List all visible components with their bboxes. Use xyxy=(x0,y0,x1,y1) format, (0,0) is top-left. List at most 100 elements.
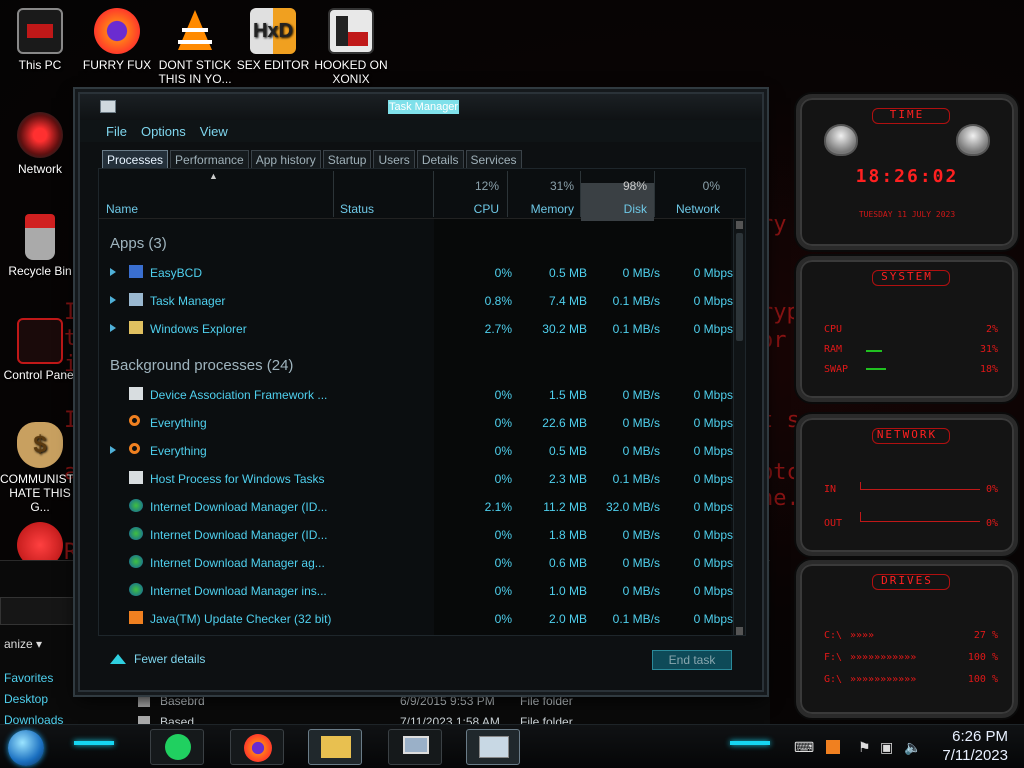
memory-percent: 31% xyxy=(549,179,574,193)
title-bar[interactable]: Task Manager xyxy=(80,94,762,120)
desktop-icon-hxd[interactable]: HxD SEX EDITOR xyxy=(233,8,313,72)
favorite-desktop[interactable]: Desktop xyxy=(4,692,48,706)
gadget-title: NETWORK xyxy=(876,428,938,441)
fewer-details-button[interactable]: Fewer details xyxy=(110,652,205,666)
desktop-icon-xonix[interactable]: HOOKED ON XONIX xyxy=(311,8,391,86)
bg-code-text: ryp xyxy=(760,300,800,325)
process-row[interactable]: Internet Download Manager ag... 0% 0.6 M… xyxy=(99,549,733,577)
fewer-details-label: Fewer details xyxy=(134,652,206,666)
cpu-label: CPU xyxy=(824,324,843,335)
money-bag-icon: $ xyxy=(17,422,63,468)
arrow-up-icon xyxy=(110,654,126,664)
file-type: File folder xyxy=(520,694,573,708)
process-row[interactable]: Java(TM) Update Checker (32 bit) 0% 2.0 … xyxy=(99,605,733,633)
vertical-scrollbar[interactable] xyxy=(733,219,745,635)
process-row[interactable]: Internet Download Manager (ID... 0% 1.8 … xyxy=(99,521,733,549)
scroll-up-arrow-icon[interactable] xyxy=(736,221,743,229)
expand-arrow-icon[interactable] xyxy=(110,296,116,304)
process-row[interactable]: Task Manager 0.8% 7.4 MB 0.1 MB/s 0 Mbps xyxy=(99,287,733,315)
column-memory[interactable]: Memory xyxy=(531,202,574,216)
desktop-icon-money[interactable]: $ COMMUNISTS HATE THIS G... xyxy=(0,422,82,514)
cpu-value: 2% xyxy=(985,324,998,335)
process-row[interactable]: EasyBCD 0% 0.5 MB 0 MB/s 0 Mbps xyxy=(99,259,733,287)
start-button[interactable] xyxy=(8,730,44,766)
column-network[interactable]: Network xyxy=(676,202,720,216)
file-row[interactable]: Basebrd 6/9/2015 9:53 PM File folder xyxy=(138,691,708,711)
process-network: 0 Mbps xyxy=(693,556,733,570)
volume-icon[interactable]: 🔈 xyxy=(904,739,921,756)
process-row[interactable]: Device Association Framework ... 0% 1.5 … xyxy=(99,381,733,409)
download-manager-icon xyxy=(129,555,143,568)
column-status[interactable]: Status xyxy=(340,202,374,216)
desktop-icon-label: Recycle Bin xyxy=(8,264,72,278)
process-memory: 11.2 MB xyxy=(543,500,587,514)
magnifier-icon xyxy=(129,415,140,426)
desktop-icon-firefox[interactable]: FURRY FUX xyxy=(77,8,157,72)
favorites-header[interactable]: Favorites xyxy=(4,671,53,685)
scrollbar-thumb[interactable] xyxy=(736,233,743,341)
computer-icon xyxy=(17,8,63,54)
process-network: 0 Mbps xyxy=(693,388,733,402)
drive-g-bar: »»»»»»»»»»» xyxy=(850,674,917,685)
folder-icon xyxy=(129,321,143,334)
process-list-panel: ▲ Name Status 12% CPU 31% Memory 98% Dis… xyxy=(98,168,746,636)
process-name: Everything xyxy=(150,416,207,430)
process-name: Internet Download Manager (ID... xyxy=(150,500,328,514)
tab-startup[interactable]: Startup xyxy=(322,150,372,170)
tab-app-history[interactable]: App history xyxy=(250,150,321,170)
gadget-title: SYSTEM xyxy=(881,270,933,283)
taskbar-firefox[interactable] xyxy=(230,729,284,765)
tab-services[interactable]: Services xyxy=(465,150,522,170)
process-disk: 0.1 MB/s xyxy=(612,612,660,626)
process-row[interactable]: Internet Download Manager ins... 0% 1.0 … xyxy=(99,577,733,605)
process-name: Internet Download Manager (ID... xyxy=(150,528,328,542)
taskbar-explorer[interactable] xyxy=(308,729,362,765)
tab-performance[interactable]: Performance xyxy=(170,150,249,170)
process-row[interactable]: Windows Explorer 2.7% 30.2 MB 0.1 MB/s 0… xyxy=(99,315,733,343)
keyboard-icon[interactable]: ⌨ xyxy=(794,739,814,756)
expand-arrow-icon[interactable] xyxy=(110,446,116,454)
menu-view[interactable]: View xyxy=(200,120,228,142)
tab-users[interactable]: Users xyxy=(373,150,415,170)
network-in-value: 0% xyxy=(985,484,998,495)
desktop-icon-network[interactable]: Network xyxy=(0,112,80,176)
desktop-icon-this-pc[interactable]: This PC xyxy=(0,8,80,72)
folder-icon xyxy=(138,695,150,707)
scroll-down-arrow-icon[interactable] xyxy=(736,627,743,635)
column-name[interactable]: Name xyxy=(106,202,138,216)
tab-details[interactable]: Details xyxy=(416,150,464,170)
network-tray-icon[interactable]: ▣ xyxy=(880,739,893,756)
process-row[interactable]: Internet Download Manager (ID... 2.1% 11… xyxy=(99,493,733,521)
column-cpu[interactable]: CPU xyxy=(474,202,499,216)
download-manager-icon xyxy=(129,527,143,540)
taskbar-notes-app[interactable] xyxy=(150,729,204,765)
column-disk[interactable]: Disk xyxy=(624,202,647,216)
tab-processes[interactable]: Processes xyxy=(102,150,169,170)
process-row[interactable]: Host Process for Windows Tasks 0% 2.3 MB… xyxy=(99,465,733,493)
menu-options[interactable]: Options xyxy=(141,120,186,142)
process-memory: 30.2 MB xyxy=(542,322,587,336)
taskbar-light xyxy=(730,741,770,745)
process-network: 0 Mbps xyxy=(693,294,733,308)
taskbar-task-manager[interactable] xyxy=(466,729,520,765)
process-network: 0 Mbps xyxy=(693,612,733,626)
taskbar-clock[interactable]: 6:26 PM 7/11/2023 xyxy=(942,727,1008,765)
process-row[interactable]: Everything 0% 0.5 MB 0 MB/s 0 Mbps xyxy=(99,437,733,465)
app-icon xyxy=(129,293,143,306)
desktop-icon-recycle-bin[interactable]: Recycle Bin xyxy=(0,214,80,278)
desktop-icon-control-panel[interactable]: Control Panel xyxy=(0,318,80,382)
process-row[interactable]: Everything 0% 22.6 MB 0 MB/s 0 Mbps xyxy=(99,409,733,437)
expand-arrow-icon[interactable] xyxy=(110,268,116,276)
desktop-icon-label: FURRY FUX xyxy=(82,58,152,72)
flag-icon[interactable]: ⚑ xyxy=(858,739,871,756)
desktop-icon-label: HOOKED ON XONIX xyxy=(314,58,388,86)
expand-arrow-icon[interactable] xyxy=(110,324,116,332)
desktop-icon-vlc[interactable]: DONT STICK THIS IN YO... xyxy=(155,8,235,86)
end-task-button[interactable]: End task xyxy=(652,650,732,670)
organize-button[interactable]: anize ▾ xyxy=(4,637,42,651)
java-tray-icon[interactable] xyxy=(826,740,840,754)
network-gadget: NETWORK IN 0% OUT 0% xyxy=(796,414,1018,556)
menu-file[interactable]: File xyxy=(106,120,127,142)
taskbar-computer[interactable] xyxy=(388,729,442,765)
process-network: 0 Mbps xyxy=(693,472,733,486)
